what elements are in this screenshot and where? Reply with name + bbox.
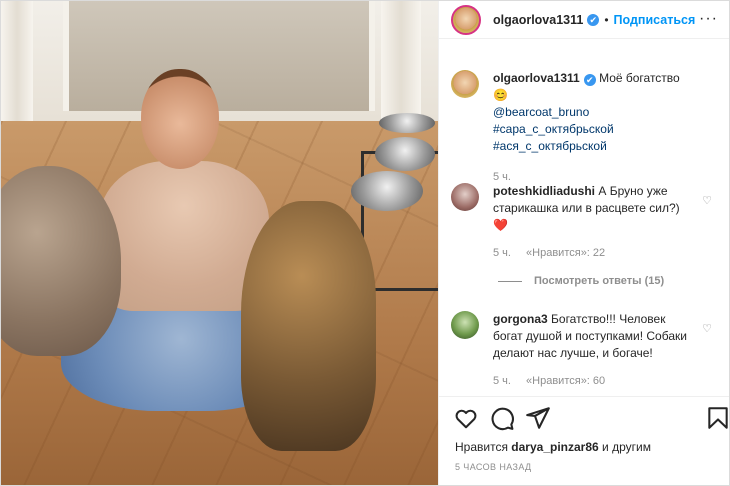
- photo-dog-shepherd: [241, 201, 376, 451]
- comment-like-heart-icon[interactable]: ♡: [702, 194, 712, 207]
- action-bar: [439, 396, 730, 437]
- caption-username[interactable]: olgaorlova1311: [493, 71, 580, 85]
- view-replies-label[interactable]: Посмотреть ответы (15): [534, 275, 664, 287]
- post-timestamp[interactable]: 5 ЧАСОВ НАЗАД: [455, 462, 532, 472]
- photo-bowl: [375, 137, 435, 171]
- post-photo[interactable]: [1, 1, 438, 485]
- caption-row: olgaorlova1311 ✔ Моё богатство 😊 @bearcoa…: [451, 70, 721, 186]
- photo-doorway: [63, 1, 375, 111]
- replies-line: [498, 280, 522, 282]
- likes-prefix: Нравится: [455, 440, 508, 454]
- photo-bowl: [351, 171, 423, 211]
- caption-hashtag[interactable]: #сара_с_октябрьской: [493, 122, 614, 136]
- post-side-panel: olgaorlova1311 ✔ • Подписаться ··· olgao…: [438, 1, 730, 485]
- share-icon[interactable]: [525, 405, 551, 431]
- caption-text: olgaorlova1311 ✔ Моё богатство 😊 @bearcoa…: [493, 70, 688, 186]
- caption-avatar[interactable]: [451, 70, 479, 98]
- view-replies-button[interactable]: Посмотреть ответы (15): [498, 275, 664, 287]
- commenter-username[interactable]: gorgona3: [493, 312, 548, 326]
- likes-summary: Нравится darya_pinzar86 и другим: [455, 440, 651, 454]
- comment-icon[interactable]: [489, 405, 515, 431]
- comment-meta: 5 ч. «Нравится»: 60: [493, 373, 688, 390]
- verified-icon: ✔: [583, 74, 596, 86]
- author-avatar[interactable]: [451, 4, 481, 35]
- commenter-avatar[interactable]: [451, 311, 479, 339]
- follow-button[interactable]: Подписаться: [614, 13, 696, 27]
- commenter-avatar[interactable]: [451, 183, 479, 211]
- comment-item: gorgona3 Богатство!!! Человек богат душо…: [451, 311, 721, 390]
- comment-time[interactable]: 5 ч.: [493, 375, 511, 387]
- comment-text: gorgona3 Богатство!!! Человек богат душо…: [493, 311, 688, 390]
- likes-user[interactable]: darya_pinzar86: [511, 440, 598, 454]
- header-separator: •: [604, 12, 609, 27]
- likes-suffix[interactable]: и другим: [602, 440, 651, 454]
- comment-like-heart-icon[interactable]: ♡: [702, 322, 712, 335]
- comments-list[interactable]: olgaorlova1311 ✔ Моё богатство 😊 @bearcoa…: [439, 39, 729, 396]
- post-window: olgaorlova1311 ✔ • Подписаться ··· olgao…: [0, 0, 730, 486]
- verified-icon: ✔: [587, 13, 600, 26]
- comment-likes[interactable]: «Нравится»: 60: [526, 375, 605, 387]
- author-username[interactable]: olgaorlova1311: [493, 13, 583, 27]
- caption-hashtag[interactable]: #ася_с_октябрьской: [493, 139, 607, 153]
- commenter-username[interactable]: poteshkidliadushi: [493, 184, 595, 198]
- comment-meta: 5 ч. «Нравится»: 22: [493, 245, 688, 262]
- photo-person-head: [141, 69, 219, 169]
- bookmark-icon[interactable]: [705, 405, 730, 431]
- photo-bowl: [379, 113, 435, 133]
- comment-likes[interactable]: «Нравится»: 22: [526, 247, 605, 259]
- comment-time[interactable]: 5 ч.: [493, 247, 511, 259]
- comment-text: poteshkidliadushi А Бруно уже старикашка…: [493, 183, 688, 262]
- more-options-icon[interactable]: ···: [699, 10, 718, 28]
- post-header: olgaorlova1311 ✔ • Подписаться ···: [439, 1, 729, 39]
- caption-mention[interactable]: @bearcoat_bruno: [493, 105, 589, 119]
- heart-icon[interactable]: [453, 405, 479, 431]
- comment-item: poteshkidliadushi А Бруно уже старикашка…: [451, 183, 721, 262]
